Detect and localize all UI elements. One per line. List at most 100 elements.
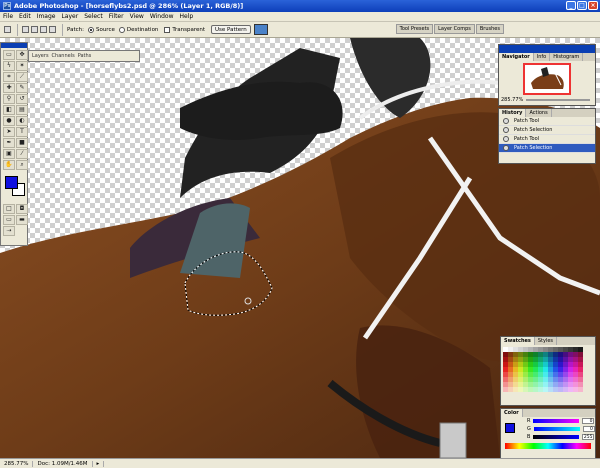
menu-help[interactable]: Help [180,13,194,20]
red-slider[interactable] [533,419,580,423]
blue-slider-row: B 255 [527,434,595,440]
menu-select[interactable]: Select [84,13,103,20]
tab-actions[interactable]: Actions [526,109,552,117]
menu-view[interactable]: View [130,13,144,20]
zoom-tool-icon[interactable]: ⌕ [16,160,28,170]
tab-channels[interactable]: Channels [52,53,75,59]
healing-brush-icon[interactable]: ✚ [3,83,15,93]
color-panel: Color R 0 G 0 B 255 [500,408,596,460]
type-tool-icon[interactable]: T [16,127,28,137]
title-bar: Ps Adobe Photoshop - [horseflybs2.psd @ … [0,0,600,12]
red-value[interactable]: 0 [582,418,595,424]
tab-info[interactable]: Info [534,53,551,61]
maximize-button[interactable]: □ [577,1,587,10]
full-screen-icon[interactable]: ▬ [16,215,28,225]
foreground-color[interactable] [5,176,18,189]
patch-label: Patch: [67,26,84,33]
brush-tool-icon[interactable]: ✎ [16,83,28,93]
standard-mode-icon[interactable]: □ [3,204,15,214]
blur-tool-icon[interactable]: ● [3,116,15,126]
menu-edit[interactable]: Edit [19,13,31,20]
slice-tool-icon[interactable]: ⟋ [16,72,28,82]
clone-stamp-icon[interactable]: ⚲ [3,94,15,104]
tab-paths[interactable]: Paths [78,53,92,59]
use-pattern-button[interactable]: Use Pattern [210,25,251,34]
new-selection-icon[interactable] [22,26,29,33]
tab-color[interactable]: Color [501,409,523,417]
transparent-checkbox[interactable] [164,26,171,33]
swatch-grid[interactable] [501,345,595,394]
minimize-button[interactable]: _ [566,1,576,10]
eyedropper-icon[interactable]: ⁄ [16,149,28,159]
panel-grip[interactable] [499,45,595,53]
tab-styles[interactable]: Styles [535,337,558,345]
destination-label: Destination [126,26,159,33]
blue-slider[interactable] [533,435,580,439]
path-select-icon[interactable]: ➤ [3,127,15,137]
status-arrow-icon[interactable]: ▸ [93,460,105,467]
navigator-zoom[interactable]: 285.77% [501,97,523,103]
pen-tool-icon[interactable]: ✒ [3,138,15,148]
menu-layer[interactable]: Layer [61,13,78,20]
subtract-selection-icon[interactable] [40,26,47,33]
notes-tool-icon[interactable]: ▣ [3,149,15,159]
close-button[interactable]: × [588,1,598,10]
magic-wand-icon[interactable]: ✶ [16,61,28,71]
tab-layers[interactable]: Layers [32,53,49,59]
source-radio[interactable] [87,26,94,33]
green-value[interactable]: 0 [582,426,595,432]
well-brushes[interactable]: Brushes [475,24,504,34]
intersect-selection-icon[interactable] [49,26,56,33]
zoom-slider[interactable] [526,99,590,101]
history-item[interactable]: Patch Tool [499,135,595,144]
green-slider[interactable] [533,427,580,431]
add-selection-icon[interactable] [31,26,38,33]
tab-navigator[interactable]: Navigator [499,53,534,61]
eraser-tool-icon[interactable]: ◧ [3,105,15,115]
pattern-picker[interactable] [253,24,268,35]
layers-panel: Layers Channels Paths [28,50,140,62]
color-spectrum-bar[interactable] [505,443,591,449]
tab-swatches[interactable]: Swatches [501,337,535,345]
window-title: Adobe Photoshop - [horseflybs2.psd @ 286… [14,2,244,10]
menu-file[interactable]: File [3,13,13,20]
gradient-tool-icon[interactable]: ▤ [16,105,28,115]
menu-image[interactable]: Image [37,13,56,20]
blue-value[interactable]: 255 [582,434,595,440]
menu-filter[interactable]: Filter [109,13,124,20]
navigator-panel: Navigator Info Histogram 285.77% [498,44,596,106]
swatches-panel: Swatches Styles [500,336,596,406]
quick-mask-icon[interactable]: ◘ [16,204,28,214]
well-tool-presets[interactable]: Tool Presets [395,24,434,34]
shape-tool-icon[interactable]: ■ [16,138,28,148]
destination-radio[interactable] [118,26,125,33]
status-zoom[interactable]: 285.77% [0,460,34,467]
tab-histogram[interactable]: Histogram [550,53,584,61]
well-layer-comps[interactable]: Layer Comps [434,24,475,34]
history-item[interactable]: Patch Selection [499,126,595,135]
move-tool-icon[interactable]: ✥ [16,50,28,60]
marquee-tool-icon[interactable]: ▭ [3,50,15,60]
navigator-thumbnail[interactable] [523,63,571,95]
history-state-icon [503,127,509,133]
status-doc-size[interactable]: Doc: 1.09M/1.46M [33,460,93,467]
green-slider-row: G 0 [527,426,595,432]
separator [62,23,63,36]
history-brush-icon[interactable]: ↺ [16,94,28,104]
swatch-cell[interactable] [578,387,583,392]
jump-to-imageready-icon[interactable]: ⇢ [3,226,15,236]
menu-window[interactable]: Window [150,13,174,20]
crop-tool-icon[interactable]: ⌗ [3,72,15,82]
history-item-selected[interactable]: Patch Selection [499,144,595,153]
tab-history[interactable]: History [499,109,527,117]
history-item[interactable]: Patch Tool [499,117,595,126]
hand-tool-icon[interactable]: ✋ [3,160,15,170]
history-state-icon [503,118,509,124]
color-panel-foreground[interactable] [505,423,515,433]
palette-well: Tool Presets Layer Comps Brushes [395,24,504,34]
lasso-tool-icon[interactable]: ϟ [3,61,15,71]
screen-mode-icon[interactable]: ▭ [3,215,15,225]
dodge-tool-icon[interactable]: ◐ [16,116,28,126]
transparent-label: Transparent [172,26,205,33]
patch-tool-preset-icon[interactable] [4,26,11,33]
